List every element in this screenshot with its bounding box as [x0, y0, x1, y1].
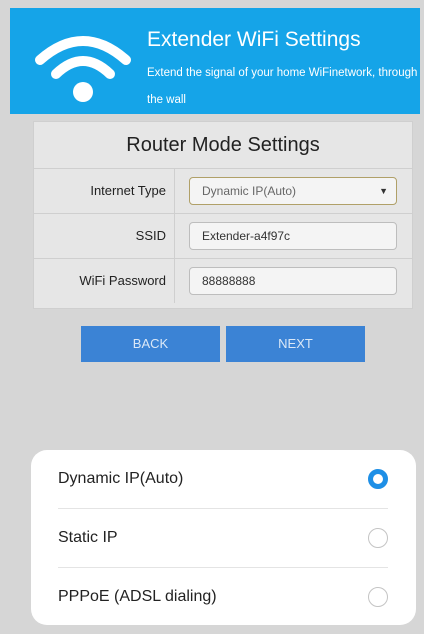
app-header: Extender WiFi Settings Extend the signal… [10, 8, 420, 114]
password-input[interactable]: 88888888 [189, 267, 397, 295]
internet-type-value: Dynamic IP(Auto) [202, 184, 297, 198]
radio-unselected-icon[interactable] [368, 528, 388, 548]
wifi-icon [35, 36, 131, 102]
ssid-row: SSID Extender-a4f97c [34, 214, 412, 259]
internet-type-label: Internet Type [34, 169, 175, 213]
caret-down-icon: ▼ [379, 186, 388, 196]
password-label: WiFi Password [34, 259, 175, 303]
option-static-ip[interactable]: Static IP [58, 509, 388, 568]
router-settings-panel: Router Mode Settings Internet Type Dynam… [33, 121, 413, 309]
header-subtitle: Extend the signal of your home WiFinetwo… [147, 67, 418, 106]
header-title: Extender WiFi Settings [147, 28, 361, 51]
internet-type-picker: Dynamic IP(Auto) Static IP PPPoE (ADSL d… [31, 450, 416, 625]
internet-type-select[interactable]: Dynamic IP(Auto) ▼ [189, 177, 397, 205]
radio-selected-icon[interactable] [368, 469, 388, 489]
password-row: WiFi Password 88888888 [34, 259, 412, 303]
ssid-label: SSID [34, 214, 175, 258]
option-label: Dynamic IP(Auto) [58, 470, 184, 487]
next-button[interactable]: NEXT [226, 326, 365, 362]
option-pppoe[interactable]: PPPoE (ADSL dialing) [58, 568, 388, 626]
option-dynamic-ip[interactable]: Dynamic IP(Auto) [58, 450, 388, 509]
ssid-input[interactable]: Extender-a4f97c [189, 222, 397, 250]
internet-type-row: Internet Type Dynamic IP(Auto) ▼ [34, 169, 412, 214]
back-button[interactable]: BACK [81, 326, 220, 362]
option-label: Static IP [58, 529, 118, 546]
panel-title: Router Mode Settings [34, 122, 412, 169]
radio-unselected-icon[interactable] [368, 587, 388, 607]
option-label: PPPoE (ADSL dialing) [58, 588, 217, 605]
